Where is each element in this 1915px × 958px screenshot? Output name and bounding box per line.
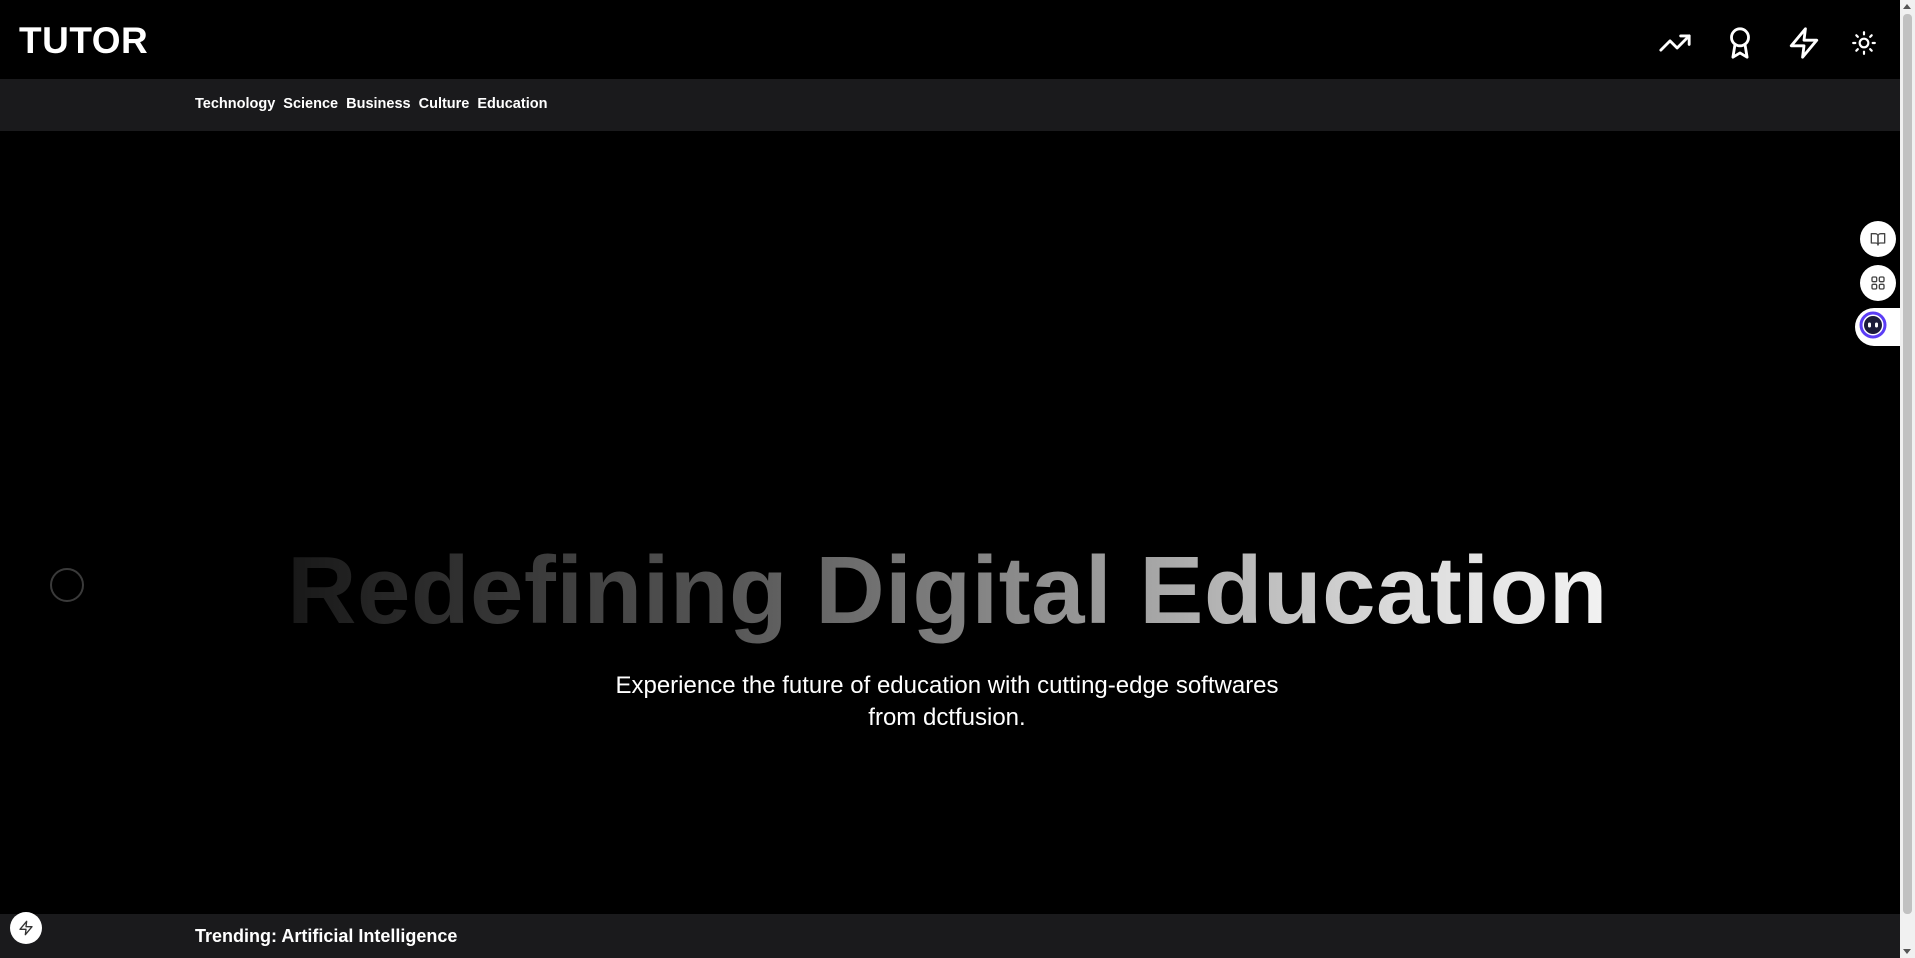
trending-bar: Trending: Artificial Intelligence: [0, 914, 1900, 958]
hero-subtitle: Experience the future of education with …: [615, 672, 1279, 731]
hero-title: Redefining Digital Education: [0, 536, 1895, 646]
assistant-bot-icon: [1858, 310, 1888, 345]
category-list: Technology Science Business Culture Educ…: [195, 96, 547, 112]
category-nav: Technology Science Business Culture Educ…: [0, 79, 1900, 131]
category-culture[interactable]: Culture: [419, 96, 470, 112]
trending-up-icon[interactable]: [1657, 25, 1693, 61]
award-icon[interactable]: [1722, 25, 1758, 61]
trending-text[interactable]: Trending: Artificial Intelligence: [195, 926, 457, 947]
sun-icon[interactable]: [1846, 25, 1882, 61]
scroll-thumb[interactable]: [1903, 14, 1912, 914]
vertical-scrollbar[interactable]: [1900, 0, 1915, 958]
grid-icon[interactable]: [1860, 265, 1896, 301]
scroll-up-arrow-icon[interactable]: [1903, 4, 1911, 9]
scroll-down-arrow-icon[interactable]: [1903, 949, 1911, 954]
book-open-icon[interactable]: [1860, 221, 1896, 257]
quick-action-bolt-icon[interactable]: [10, 912, 42, 944]
page: TUTOR Technology Science Business Cultur…: [0, 0, 1915, 958]
assistant-bot-button[interactable]: [1855, 308, 1900, 346]
category-science[interactable]: Science: [283, 96, 338, 112]
site-logo[interactable]: TUTOR: [19, 20, 148, 62]
category-business[interactable]: Business: [346, 96, 410, 112]
category-education[interactable]: Education: [477, 96, 547, 112]
top-header: TUTOR: [0, 0, 1900, 79]
bolt-icon[interactable]: [1786, 25, 1822, 61]
category-technology[interactable]: Technology: [195, 96, 275, 112]
